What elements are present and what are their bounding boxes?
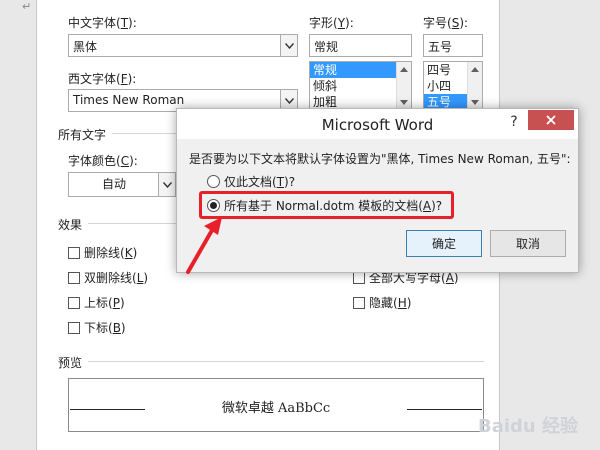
scrollbar[interactable] bbox=[467, 62, 482, 110]
font-size-input[interactable]: 五号 bbox=[423, 34, 483, 57]
section-divider bbox=[88, 223, 176, 224]
checkbox-label: 删除线(K) bbox=[84, 246, 138, 260]
radio-icon[interactable] bbox=[207, 175, 220, 188]
section-divider bbox=[88, 361, 484, 362]
preview-section-title: 预览 bbox=[58, 356, 83, 370]
checkbox-label: 下标(B) bbox=[84, 321, 126, 335]
ok-button[interactable]: 确定 bbox=[406, 230, 482, 257]
hidden-checkbox[interactable]: 隐藏(H) bbox=[353, 294, 411, 311]
scroll-down-icon[interactable] bbox=[471, 100, 479, 105]
font-color-label: 字体颜色(C): bbox=[68, 154, 138, 168]
this-document-radio[interactable]: 仅此文档(T)? bbox=[207, 173, 295, 190]
checkbox-icon[interactable] bbox=[68, 296, 80, 309]
modal-question: 是否要为以下文本将默认字体设置为"黑体, Times New Roman, 五号… bbox=[189, 152, 571, 166]
checkbox-icon[interactable] bbox=[68, 271, 80, 284]
chinese-font-label: 中文字体(T): bbox=[68, 16, 137, 30]
checkbox-icon[interactable] bbox=[353, 271, 365, 284]
subscript-checkbox[interactable]: 下标(B) bbox=[68, 319, 126, 336]
font-size-list[interactable]: 四号 小四 五号 bbox=[423, 61, 483, 111]
checkbox-label: 双删除线(L) bbox=[84, 271, 149, 285]
modal-titlebar: Microsoft Word ? bbox=[177, 109, 578, 139]
double-strikethrough-checkbox[interactable]: 双删除线(L) bbox=[68, 269, 148, 286]
chevron-down-icon[interactable] bbox=[158, 173, 175, 196]
help-button[interactable]: ? bbox=[504, 112, 524, 132]
close-button[interactable] bbox=[528, 110, 574, 130]
font-style-value: 常规 bbox=[314, 40, 339, 54]
checkbox-label: 上标(P) bbox=[84, 296, 125, 310]
close-icon bbox=[546, 115, 556, 125]
preview-baseline bbox=[407, 409, 482, 410]
scroll-up-icon[interactable] bbox=[471, 67, 479, 72]
checkbox-label: 隐藏(H) bbox=[369, 296, 412, 310]
font-style-input[interactable]: 常规 bbox=[309, 34, 412, 57]
font-color-select[interactable]: 自动 bbox=[68, 172, 176, 197]
strikethrough-checkbox[interactable]: 删除线(K) bbox=[68, 244, 137, 261]
annotation-highlight-box bbox=[199, 191, 454, 219]
preview-baseline bbox=[70, 409, 145, 410]
section-divider bbox=[112, 133, 176, 134]
all-text-section-title: 所有文字 bbox=[58, 128, 107, 142]
preview-text: 微软卓越 AaBbCc bbox=[221, 401, 331, 416]
chevron-down-icon[interactable] bbox=[280, 35, 297, 56]
list-item[interactable]: 常规 bbox=[310, 62, 396, 78]
checkbox-icon[interactable] bbox=[68, 246, 80, 259]
annotation-arrow-icon bbox=[186, 217, 222, 274]
effects-section-title: 效果 bbox=[58, 218, 83, 232]
cancel-button[interactable]: 取消 bbox=[490, 230, 566, 257]
scrollbar[interactable] bbox=[396, 62, 411, 110]
western-font-value: Times New Roman bbox=[73, 93, 185, 107]
chinese-font-value: 黑体 bbox=[73, 40, 98, 54]
radio-label: 仅此文档(T)? bbox=[224, 175, 296, 189]
checkbox-icon[interactable] bbox=[68, 321, 80, 334]
checkbox-icon[interactable] bbox=[353, 296, 365, 309]
scroll-up-icon[interactable] bbox=[400, 67, 408, 72]
scroll-down-icon[interactable] bbox=[400, 100, 408, 105]
font-style-label: 字形(Y): bbox=[309, 16, 354, 30]
superscript-checkbox[interactable]: 上标(P) bbox=[68, 294, 125, 311]
paragraph-mark: ↵ bbox=[22, 0, 32, 13]
font-size-value: 五号 bbox=[428, 40, 453, 54]
font-color-value: 自动 bbox=[101, 177, 126, 191]
font-style-list[interactable]: 常规 倾斜 加粗 bbox=[309, 61, 412, 111]
font-size-label: 字号(S): bbox=[423, 16, 469, 30]
western-font-label: 西文字体(F): bbox=[68, 72, 137, 86]
watermark-logo: Baidu 经验 bbox=[477, 416, 578, 437]
chinese-font-select[interactable]: 黑体 bbox=[68, 34, 298, 57]
